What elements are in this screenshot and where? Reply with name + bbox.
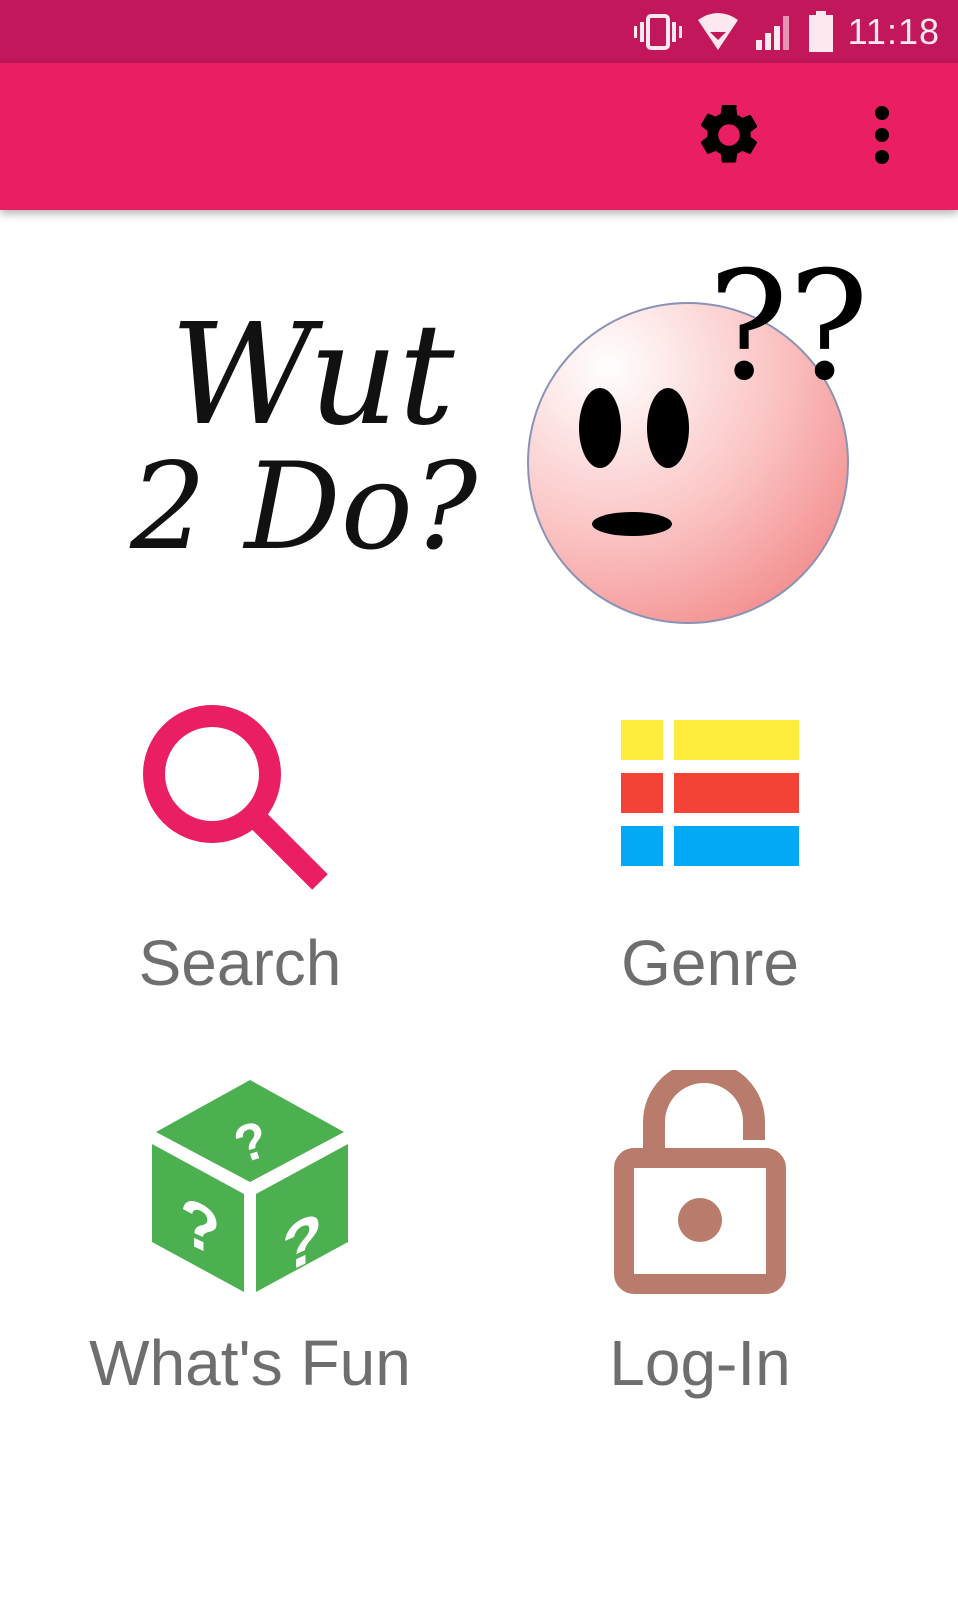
- status-clock: 11:18: [847, 10, 940, 52]
- gear-icon: [693, 99, 765, 176]
- search-label: Search: [138, 927, 342, 999]
- wifi-icon: [696, 12, 740, 52]
- overflow-menu-button[interactable]: [858, 98, 906, 176]
- genre-grid-icon: [520, 720, 900, 866]
- vibrate-icon: [633, 12, 682, 52]
- status-bar: 11:18: [0, 0, 958, 63]
- question-dice-icon: ? ? ?: [60, 1078, 440, 1294]
- login-tile[interactable]: Log-In: [510, 1070, 890, 1430]
- logo-line-1: Wut: [170, 294, 455, 457]
- unlocked-padlock-icon: [510, 1070, 890, 1294]
- login-label: Log-In: [609, 1327, 791, 1399]
- app-bar: [0, 63, 958, 210]
- settings-button[interactable]: [692, 100, 766, 174]
- logo-wordmark: Wut 2 Do?: [129, 294, 478, 577]
- signal-icon: [754, 12, 794, 52]
- search-tile[interactable]: Search: [50, 690, 430, 1050]
- app-logo: Wut 2 Do? ??: [120, 258, 880, 628]
- search-icon: [50, 696, 430, 892]
- genre-label: Genre: [621, 927, 799, 999]
- whats-fun-tile[interactable]: ? ? ? What's Fun: [60, 1070, 440, 1430]
- logo-question-marks: ??: [708, 258, 869, 414]
- confused-face-icon: ??: [527, 258, 869, 624]
- whats-fun-label: What's Fun: [89, 1327, 411, 1399]
- more-vert-icon: [872, 105, 892, 170]
- genre-tile[interactable]: Genre: [520, 690, 900, 1050]
- status-icons: 11:18: [633, 0, 940, 63]
- logo-line-2: 2 Do?: [129, 438, 478, 577]
- battery-icon: [808, 10, 834, 53]
